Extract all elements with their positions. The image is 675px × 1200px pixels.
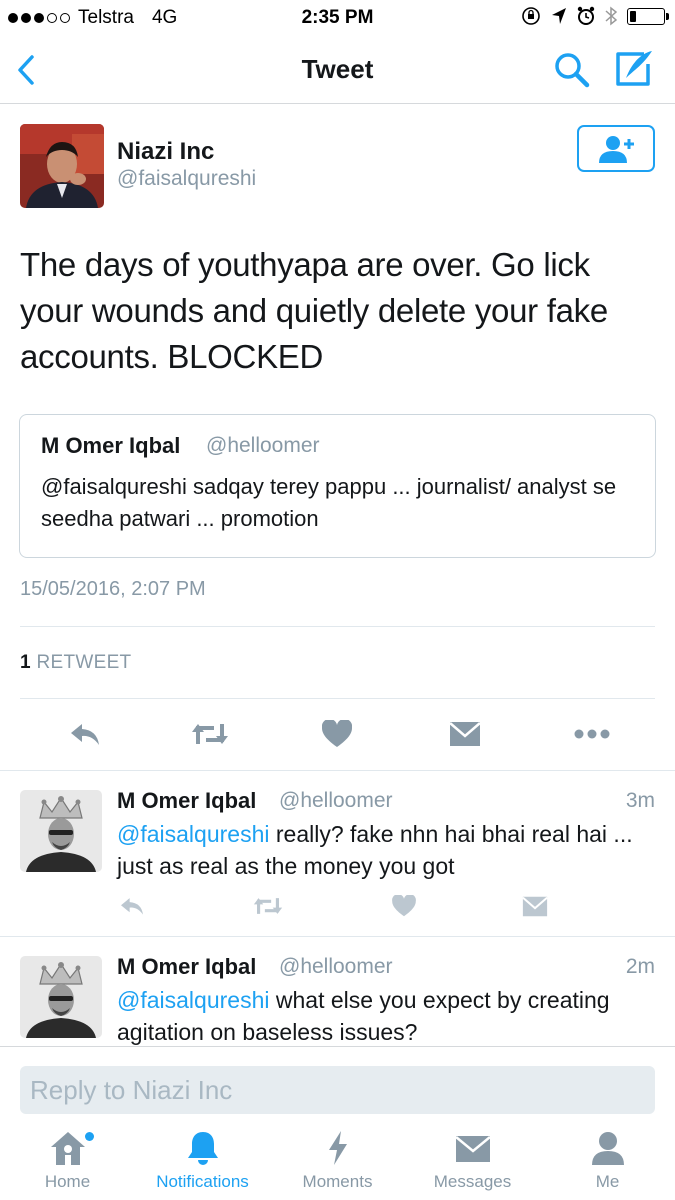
quoted-tweet[interactable]: M Omer Iqbal @helloomer @faisalqureshi s… (19, 414, 656, 558)
envelope-icon (522, 896, 548, 916)
heart-icon (392, 895, 416, 917)
search-button[interactable] (552, 50, 592, 90)
navigation-bar: Tweet (0, 36, 675, 104)
retweet-count-label: RETWEET (36, 652, 132, 673)
mention-link[interactable]: @faisalqureshi (117, 821, 269, 847)
avatar[interactable] (20, 124, 104, 208)
quoted-author-name: M Omer Iqbal (41, 433, 181, 458)
notification-dot (85, 1132, 94, 1141)
divider (20, 626, 655, 627)
reply-time: 2m (625, 955, 655, 978)
bell-icon (187, 1132, 218, 1165)
follow-button[interactable] (577, 125, 655, 172)
direct-message-button[interactable] (440, 712, 490, 756)
reply-text: @faisalqureshi really? fake nhn hai bhai… (117, 818, 657, 882)
tweet-text: The days of youthyapa are over. Go lick … (20, 246, 608, 375)
quoted-tweet-text: @faisalqureshi sadqay terey pappu ... jo… (41, 474, 617, 531)
heart-icon (322, 720, 352, 747)
tab-bar: Home Notifications Moments Messages Me (0, 1120, 675, 1200)
reply-tweet[interactable]: M Omer Iqbal @helloomer 3m @faisalquresh… (0, 770, 675, 936)
tab-label: Me (595, 1172, 620, 1191)
reply-button[interactable] (60, 712, 110, 756)
like-button[interactable] (312, 712, 362, 756)
envelope-icon (454, 1136, 491, 1162)
reply-text: @faisalqureshi what else you expect by c… (117, 984, 657, 1048)
chevron-left-icon (18, 55, 34, 85)
back-button[interactable] (12, 50, 46, 90)
tab-label: Notifications (156, 1172, 249, 1191)
status-bar: Telstra 4G 2:35 PM (0, 0, 675, 36)
bluetooth-icon (605, 6, 617, 26)
tab-moments[interactable]: Moments (270, 1130, 405, 1198)
more-icon (574, 729, 610, 739)
quoted-author-handle: @helloomer (206, 434, 320, 457)
author-name[interactable]: Niazi Inc (117, 138, 214, 166)
more-options-button[interactable] (567, 712, 617, 756)
mention-link[interactable]: @faisalqureshi (117, 987, 269, 1013)
retweet-button[interactable] (185, 712, 235, 756)
person-icon (591, 1132, 624, 1165)
lightning-icon (328, 1131, 347, 1165)
retweet-icon (192, 724, 228, 744)
avatar[interactable] (20, 956, 102, 1038)
avatar[interactable] (20, 790, 102, 872)
home-icon (50, 1132, 85, 1165)
direct-message-button[interactable] (517, 890, 553, 922)
reply-author-handle: @helloomer (279, 789, 393, 812)
reply-composer (0, 1046, 675, 1120)
author-handle[interactable]: @faisalqureshi (117, 167, 256, 191)
add-user-icon (599, 135, 634, 163)
reply-icon (121, 898, 143, 915)
divider (20, 698, 655, 699)
reply-time: 3m (625, 789, 655, 812)
compose-tweet-button[interactable] (612, 48, 656, 90)
profile-photo (20, 790, 102, 872)
retweet-button[interactable] (250, 890, 286, 922)
profile-photo (20, 124, 104, 208)
reply-author-name: M Omer Iqbal (117, 954, 257, 979)
reply-button[interactable] (114, 890, 150, 922)
tab-label: Home (44, 1172, 91, 1191)
tab-notifications[interactable]: Notifications (135, 1130, 270, 1198)
tab-messages[interactable]: Messages (405, 1130, 540, 1198)
tab-label: Moments (302, 1172, 373, 1191)
tab-label: Messages (433, 1172, 512, 1191)
search-icon (555, 53, 590, 88)
like-button[interactable] (386, 890, 422, 922)
battery-icon (627, 7, 669, 25)
retweet-count-number: 1 (20, 652, 31, 673)
tab-me[interactable]: Me (540, 1130, 675, 1198)
alarm-icon (577, 6, 595, 25)
location-arrow-icon (552, 8, 566, 24)
reply-input[interactable] (20, 1066, 655, 1114)
retweet-icon (253, 898, 283, 914)
reply-author-handle: @helloomer (279, 955, 393, 978)
retweet-count[interactable]: 1 RETWEET (20, 652, 131, 674)
compose-tweet-icon (616, 51, 652, 86)
reply-author-name: M Omer Iqbal (117, 788, 257, 813)
reply-icon (71, 724, 99, 745)
envelope-icon (449, 722, 481, 746)
tweet-timestamp: 15/05/2016, 2:07 PM (20, 578, 206, 600)
reply-tweet[interactable]: M Omer Iqbal @helloomer 2m @faisalquresh… (0, 937, 675, 1047)
tab-home[interactable]: Home (0, 1130, 135, 1198)
orientation-lock-icon (522, 7, 540, 25)
profile-photo (20, 956, 102, 1038)
